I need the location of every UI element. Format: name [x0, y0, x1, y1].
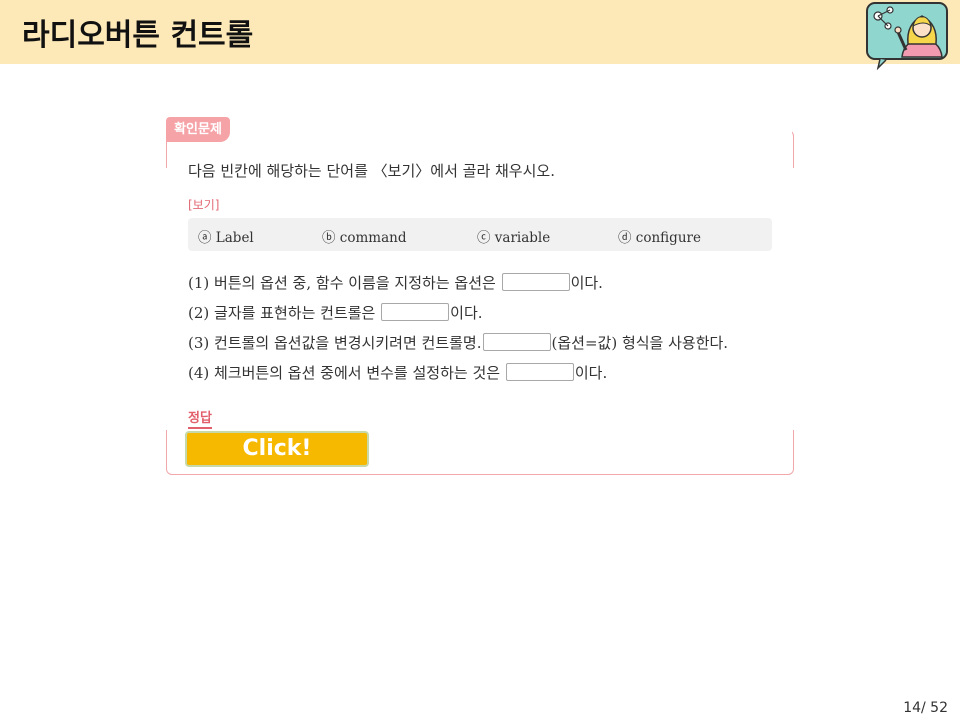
bogi-label: [보기]	[188, 198, 220, 212]
question-text: (3) 컨트롤의 옵션값을 변경시키려면 컨트롤명.	[188, 334, 482, 352]
click-button[interactable]: Click!	[185, 431, 369, 467]
box-top-gap	[230, 126, 792, 136]
answer-blank	[482, 333, 551, 351]
question-3: (3) 컨트롤의 옵션값을 변경시키려면 컨트롤명. (옵션=값) 형식을 사용한…	[188, 332, 728, 353]
question-1: (1) 버튼의 옵션 중, 함수 이름을 지정하는 옵션은 이다.	[188, 272, 603, 293]
question-suffix: 이다.	[450, 304, 483, 322]
box-left-gap	[160, 168, 172, 430]
page-title: 라디오버튼 컨트롤	[22, 18, 254, 53]
quiz-instruction: 다음 빈칸에 해당하는 단어를 〈보기〉에서 골라 채우시오.	[188, 162, 555, 180]
presenter-avatar-icon	[866, 2, 948, 70]
question-text: (1) 버튼의 옵션 중, 함수 이름을 지정하는 옵션은	[188, 274, 496, 292]
question-4: (4) 체크버튼의 옵션 중에서 변수를 설정하는 것은 이다.	[188, 362, 607, 383]
box-right-gap	[786, 168, 798, 430]
option-b: ⓑ command	[322, 230, 407, 246]
question-text: (4) 체크버튼의 옵션 중에서 변수를 설정하는 것은	[188, 364, 501, 382]
answer-blank	[381, 303, 450, 321]
question-suffix: (옵션=값) 형식을 사용한다.	[551, 334, 729, 352]
question-suffix: 이다.	[570, 274, 603, 292]
option-c: ⓒ variable	[477, 230, 551, 246]
page-number: 14/ 52	[903, 700, 948, 716]
question-suffix: 이다.	[574, 364, 608, 382]
question-text: (2) 글자를 표현하는 컨트롤은	[188, 304, 376, 322]
options-bar: ⓐ Label ⓑ command ⓒ variable ⓓ configure	[188, 218, 772, 251]
answer-label: 정답	[188, 407, 212, 429]
question-2: (2) 글자를 표현하는 컨트롤은 이다.	[188, 302, 483, 323]
option-d: ⓓ configure	[618, 230, 701, 246]
quiz-badge: 확인문제	[166, 117, 230, 142]
option-a: ⓐ Label	[198, 230, 254, 246]
answer-blank	[501, 273, 570, 291]
answer-blank	[505, 363, 574, 381]
